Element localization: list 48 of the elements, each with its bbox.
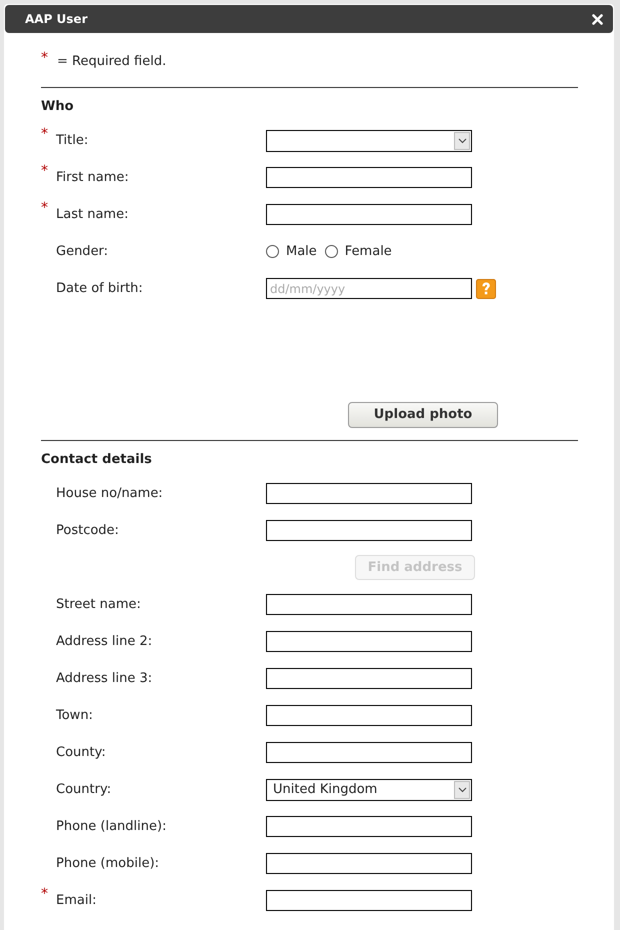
help-icon[interactable] — [476, 278, 496, 298]
required-marker: * — [41, 51, 48, 65]
upload-button[interactable]: Upload photo — [348, 402, 498, 428]
text-field[interactable] — [266, 594, 472, 615]
field-label: House no/name: — [56, 486, 163, 501]
dropdown-field[interactable]: United Kingdom — [266, 778, 472, 800]
section-heading: Who — [41, 98, 75, 116]
field-label: County: — [56, 745, 106, 760]
field-label: Email: — [56, 893, 96, 908]
field-label: Gender: — [56, 244, 108, 259]
text-field[interactable] — [266, 853, 472, 874]
field-label: Title: — [56, 133, 88, 148]
field-label: Last name: — [56, 207, 128, 222]
chevron-down-icon — [458, 786, 466, 792]
text-field[interactable] — [266, 890, 472, 911]
required-note: = Required field. — [57, 54, 166, 68]
required-marker: * — [41, 201, 49, 215]
text-field[interactable] — [266, 816, 472, 837]
field-label: Phone (landline): — [56, 819, 166, 834]
text-field[interactable] — [266, 668, 472, 689]
close-button[interactable] — [592, 14, 603, 24]
text-field[interactable] — [266, 742, 472, 763]
date-field[interactable]: dd/mm/yyyy — [266, 278, 472, 299]
required-marker: * — [41, 164, 49, 178]
dropdown-field[interactable] — [266, 130, 472, 152]
text-field[interactable] — [266, 204, 472, 225]
field-label: Postcode: — [56, 523, 119, 538]
required-marker: * — [41, 887, 49, 901]
dialog-title: AAP User — [25, 12, 88, 26]
text-field[interactable] — [266, 520, 472, 541]
chevron-down-icon — [458, 138, 466, 144]
field-label: Town: — [56, 708, 93, 723]
text-field[interactable] — [266, 167, 472, 188]
required-marker: * — [41, 127, 49, 141]
field-label: Country: — [56, 782, 112, 797]
text-field[interactable] — [266, 483, 472, 504]
field-label: First name: — [56, 170, 129, 185]
field-label: Date of birth: — [56, 281, 143, 296]
field-label: Phone (mobile): — [56, 856, 160, 871]
radio-option[interactable]: Male — [266, 244, 317, 259]
field-label: Street name: — [56, 597, 141, 612]
section-heading: Contact details — [41, 451, 153, 469]
radio-option[interactable]: Female — [324, 244, 392, 259]
text-field[interactable] — [266, 705, 472, 726]
field-label: Address line 3: — [56, 671, 152, 686]
field-label: Address line 2: — [56, 634, 152, 649]
text-field[interactable] — [266, 631, 472, 652]
close-icon — [592, 14, 603, 24]
